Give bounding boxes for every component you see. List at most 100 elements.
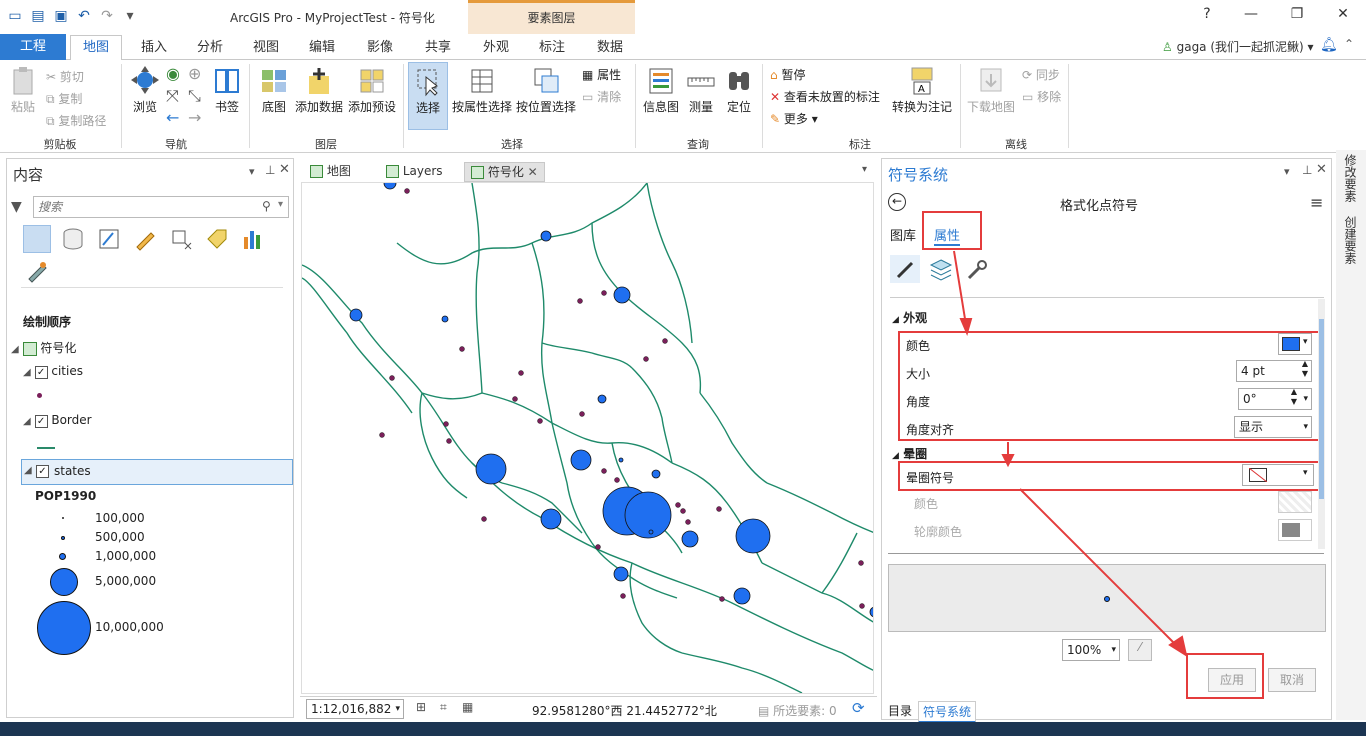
collapse-ribbon-icon[interactable]: ⌃ bbox=[1344, 37, 1354, 51]
map-node[interactable]: ◢ 符号化 bbox=[11, 339, 76, 356]
tab-data[interactable]: 数据 bbox=[590, 38, 630, 60]
halo-outline-picker[interactable] bbox=[1278, 519, 1312, 541]
scale-selector[interactable]: 1:12,016,882 ▾ bbox=[306, 699, 404, 719]
search-dropdown-icon[interactable]: ▾ bbox=[278, 199, 283, 210]
tab-view[interactable]: 视图 bbox=[246, 38, 286, 60]
close-button[interactable]: ✕ bbox=[1332, 6, 1354, 22]
layer-row-border[interactable]: ◢ ✓ Border bbox=[23, 413, 92, 428]
map-canvas[interactable] bbox=[301, 182, 874, 694]
select-by-attributes-button[interactable]: 按属性选择 bbox=[450, 66, 514, 115]
list-by-snapping-icon[interactable] bbox=[169, 227, 193, 251]
list-by-perspective-icon[interactable] bbox=[25, 259, 49, 283]
back-icon[interactable]: ← bbox=[888, 193, 906, 211]
pane-close-icon[interactable]: ✕ bbox=[279, 162, 290, 177]
zoom-layer-icon[interactable]: ⊕ bbox=[188, 64, 201, 83]
tab-map-view[interactable]: 地图 bbox=[304, 162, 357, 182]
convert-to-annotation-button[interactable]: A 转换为注记 bbox=[890, 66, 954, 115]
tab-project[interactable]: 工程 bbox=[0, 34, 66, 60]
tab-symbology[interactable]: 符号系统 bbox=[918, 701, 977, 723]
next-extent-icon[interactable]: → bbox=[188, 108, 201, 127]
tab-create-features[interactable]: 创建要素 bbox=[1342, 216, 1359, 264]
snapping-icon[interactable]: ⌗ bbox=[440, 700, 447, 715]
table-grid-icon[interactable]: ▦ bbox=[462, 700, 473, 714]
tab-catalog[interactable]: 目录 bbox=[884, 701, 916, 720]
pane-options-icon[interactable]: ▾ bbox=[1284, 165, 1290, 178]
list-by-charts-icon[interactable] bbox=[241, 227, 265, 251]
scrollbar-thumb[interactable] bbox=[1319, 319, 1324, 499]
tab-share[interactable]: 共享 bbox=[418, 38, 458, 60]
explore-button[interactable]: 浏览 bbox=[128, 66, 162, 115]
zoom-select[interactable]: 100% ▾ bbox=[1062, 639, 1120, 661]
minimize-button[interactable]: — bbox=[1240, 6, 1262, 22]
list-by-source-icon[interactable] bbox=[61, 227, 85, 251]
restore-button[interactable]: ❐ bbox=[1286, 6, 1308, 22]
tab-imagery[interactable]: 影像 bbox=[360, 38, 400, 60]
list-by-labeling-icon[interactable] bbox=[205, 227, 229, 251]
list-by-editing-icon[interactable] bbox=[133, 227, 157, 251]
layer-row-states[interactable]: ◢ ✓ states bbox=[21, 459, 293, 485]
tab-symbology-view[interactable]: 符号化 ✕ bbox=[464, 162, 545, 182]
layer-checkbox[interactable]: ✓ bbox=[34, 366, 48, 379]
clear-selection-button[interactable]: ▭ 清除 bbox=[582, 88, 621, 105]
pane-options-icon[interactable]: ▾ bbox=[249, 165, 255, 178]
tab-edit[interactable]: 编辑 bbox=[302, 38, 342, 60]
copy-button[interactable]: ⧉ 复制 bbox=[46, 90, 82, 107]
cut-button[interactable]: ✂ 剪切 bbox=[46, 68, 84, 85]
paste-button[interactable]: 粘贴 bbox=[6, 66, 40, 115]
more-button[interactable]: ✎ 更多 ▾ bbox=[770, 110, 818, 127]
tab-gallery[interactable]: 图库 bbox=[890, 225, 916, 244]
pane-close-icon[interactable]: ✕ bbox=[1316, 162, 1327, 177]
basemap-button[interactable]: 底图 bbox=[254, 66, 294, 115]
cancel-button[interactable]: 取消 bbox=[1268, 668, 1316, 692]
download-map-button[interactable]: 下载地图 bbox=[964, 66, 1018, 115]
globe-icon[interactable]: ◉ bbox=[166, 64, 180, 83]
select-button[interactable]: 选择 bbox=[408, 62, 448, 130]
pin-icon[interactable]: ⊥ bbox=[265, 163, 275, 177]
search-box[interactable]: ⚲ ▾ bbox=[33, 196, 289, 218]
collapse-icon[interactable]: ◢ bbox=[11, 344, 19, 355]
view-unplaced-button[interactable]: ✕ 查看未放置的标注 bbox=[770, 88, 880, 105]
layers-icon[interactable] bbox=[928, 257, 954, 283]
bookmarks-button[interactable]: 书签 bbox=[210, 66, 244, 115]
fixed-zoom-icon[interactable]: ⤡ bbox=[188, 86, 201, 106]
section-halo[interactable]: ◢ 晕圈 bbox=[892, 445, 927, 462]
collapse-icon[interactable]: ◢ bbox=[24, 465, 32, 476]
add-data-button[interactable]: 添加数据 bbox=[294, 66, 344, 115]
tab-map[interactable]: 地图 bbox=[70, 35, 122, 61]
customize-qat-icon[interactable]: ▾ bbox=[121, 7, 139, 25]
splitter[interactable] bbox=[888, 553, 1324, 554]
new-project-icon[interactable]: ▭ bbox=[6, 7, 24, 25]
tabs-overflow-icon[interactable]: ▾ bbox=[862, 164, 867, 175]
search-input[interactable] bbox=[38, 198, 248, 216]
locate-button[interactable]: 定位 bbox=[722, 66, 756, 115]
tab-appearance[interactable]: 外观 bbox=[476, 38, 516, 60]
scrollbar[interactable] bbox=[1318, 299, 1325, 549]
preview-background-icon[interactable]: ⁄ bbox=[1128, 639, 1152, 661]
notification-icon[interactable]: 🔔︎ bbox=[1320, 37, 1338, 53]
pin-icon[interactable]: ⊥ bbox=[1302, 163, 1312, 177]
halo-color-picker[interactable] bbox=[1278, 491, 1312, 513]
select-by-location-button[interactable]: 按位置选择 bbox=[514, 66, 578, 115]
list-by-drawing-order-icon[interactable] bbox=[23, 225, 51, 253]
measure-button[interactable]: 测量 bbox=[684, 66, 718, 115]
pause-labeling-button[interactable]: ⌂ 暂停 bbox=[770, 66, 805, 83]
layer-row-cities[interactable]: ◢ ✓ cities bbox=[23, 364, 83, 379]
full-extent-icon[interactable]: ⤧ bbox=[166, 86, 179, 106]
list-by-selection-icon[interactable] bbox=[97, 227, 121, 251]
tab-close-icon[interactable]: ✕ bbox=[528, 165, 538, 179]
tab-insert[interactable]: 插入 bbox=[134, 38, 174, 60]
copy-path-button[interactable]: ⧉ 复制路径 bbox=[46, 112, 106, 129]
redo-icon[interactable]: ↷ bbox=[98, 7, 116, 25]
undo-icon[interactable]: ↶ bbox=[75, 7, 93, 25]
infographic-button[interactable]: 信息图 bbox=[640, 66, 682, 115]
collapse-icon[interactable]: ◢ bbox=[23, 416, 31, 427]
attributes-button[interactable]: ▦ 属性 bbox=[582, 66, 621, 83]
tab-labeling[interactable]: 标注 bbox=[532, 38, 572, 60]
map-svg[interactable] bbox=[302, 183, 874, 694]
sync-button[interactable]: ⟳ 同步 bbox=[1022, 66, 1060, 83]
symbol-tab[interactable] bbox=[890, 255, 920, 283]
wrench-icon[interactable] bbox=[964, 257, 990, 283]
tab-analysis[interactable]: 分析 bbox=[190, 38, 230, 60]
filter-icon[interactable]: ▼ bbox=[11, 199, 22, 215]
save-project-icon[interactable]: ▣ bbox=[52, 7, 70, 25]
